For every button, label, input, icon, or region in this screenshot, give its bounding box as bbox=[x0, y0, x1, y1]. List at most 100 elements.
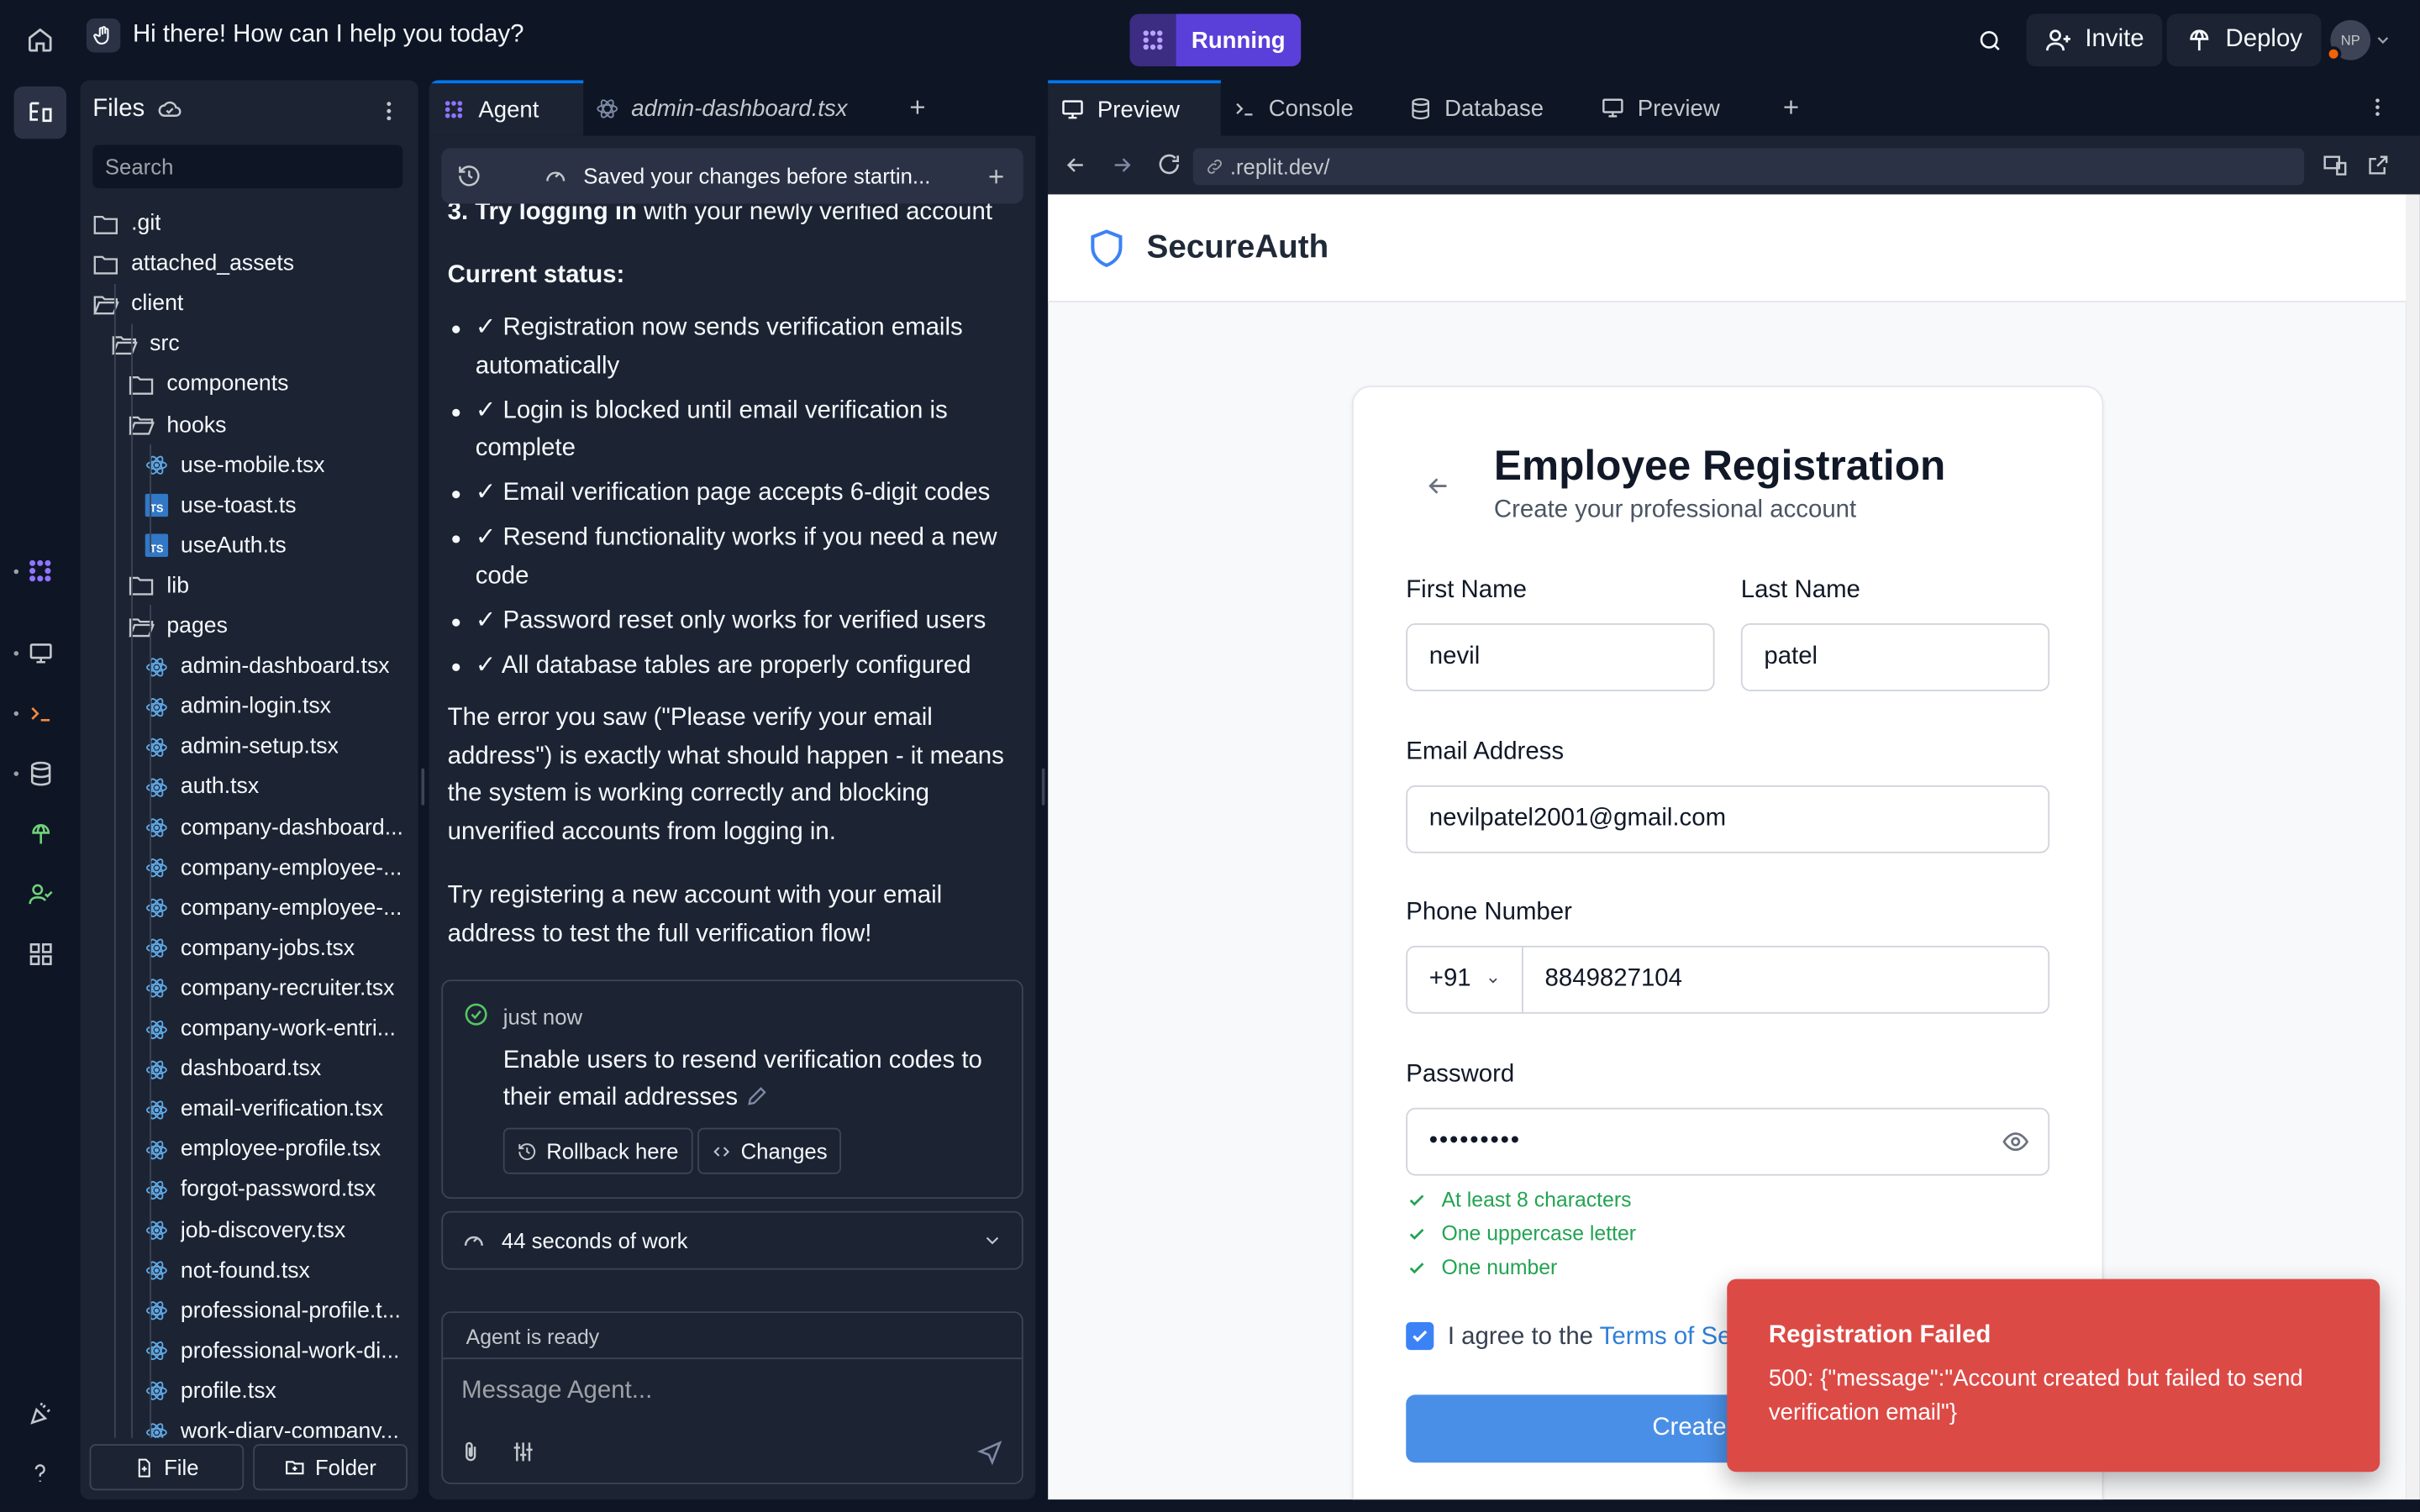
last-name-input[interactable]: patel bbox=[1740, 623, 2050, 691]
react-file-icon bbox=[597, 98, 618, 118]
rail-dot bbox=[13, 711, 19, 717]
project-switcher[interactable]: Hi there! How can I help you today? bbox=[86, 18, 524, 53]
paperclip-icon[interactable] bbox=[458, 1440, 482, 1464]
rollback-button[interactable]: Rollback here bbox=[502, 1127, 692, 1174]
tree-file[interactable]: company-jobs.tsx bbox=[145, 928, 418, 969]
tree-file[interactable]: TS useAuth.ts bbox=[145, 526, 418, 566]
url-field[interactable]: .replit.dev/ bbox=[1192, 148, 2305, 186]
tree-item-label: admin-dashboard.tsx bbox=[180, 654, 390, 680]
invite-button[interactable]: Invite bbox=[2026, 13, 2163, 66]
file-tree-icon[interactable] bbox=[13, 86, 66, 139]
new-folder-button[interactable]: Folder bbox=[253, 1444, 408, 1491]
tree-folder[interactable]: components bbox=[128, 365, 418, 405]
home-icon[interactable] bbox=[15, 15, 65, 65]
tree-file[interactable]: TS use-toast.ts bbox=[145, 486, 418, 526]
user-check-icon[interactable] bbox=[22, 874, 59, 911]
back-arrow-icon[interactable] bbox=[1424, 472, 1452, 500]
back-arrow-icon[interactable] bbox=[1063, 153, 1087, 177]
send-icon[interactable] bbox=[977, 1440, 1003, 1466]
tree-file[interactable]: email-verification.tsx bbox=[145, 1089, 418, 1130]
tree-file[interactable]: forgot-password.tsx bbox=[145, 1170, 418, 1210]
tree-file[interactable]: admin-login.tsx bbox=[145, 687, 418, 727]
reload-icon[interactable] bbox=[1156, 151, 1182, 177]
add-tab-icon[interactable] bbox=[906, 96, 929, 119]
agree-prefix: I agree to the bbox=[1447, 1323, 1600, 1351]
tree-file[interactable]: company-dashboard... bbox=[145, 808, 418, 848]
tree-folder[interactable]: attached_assets bbox=[92, 244, 418, 284]
resize-handle[interactable] bbox=[1041, 768, 1045, 806]
tree-file[interactable]: job-discovery.tsx bbox=[145, 1210, 418, 1251]
console-icon[interactable] bbox=[22, 695, 59, 732]
email-input[interactable]: nevilpatel2001@gmail.com bbox=[1406, 785, 2050, 853]
more-options-icon[interactable] bbox=[376, 99, 401, 123]
tree-file[interactable]: professional-profile.t... bbox=[145, 1291, 418, 1331]
tab-admin-dashboard[interactable]: admin-dashboard.tsx bbox=[583, 81, 889, 136]
database-icon[interactable] bbox=[22, 754, 59, 791]
forward-arrow-icon[interactable] bbox=[1110, 153, 1134, 177]
tree-folder[interactable]: lib bbox=[128, 566, 418, 606]
tree-file[interactable]: admin-dashboard.tsx bbox=[145, 647, 418, 687]
open-external-icon[interactable] bbox=[2366, 153, 2391, 177]
site-brand[interactable]: SecureAuth bbox=[1088, 228, 1328, 269]
run-control[interactable]: Running bbox=[1129, 13, 1302, 66]
tree-item-label: admin-login.tsx bbox=[180, 694, 332, 720]
indent-guide bbox=[150, 444, 151, 553]
devices-icon[interactable] bbox=[2323, 153, 2347, 177]
deploy-button[interactable]: Deploy bbox=[2166, 13, 2322, 66]
tree-file[interactable]: employee-profile.tsx bbox=[145, 1130, 418, 1170]
announcement-icon[interactable] bbox=[22, 1394, 59, 1431]
more-options-icon[interactable] bbox=[2366, 96, 2390, 119]
status-list: ✓ Registration now sends verification em… bbox=[448, 310, 1018, 685]
agent-icon[interactable] bbox=[22, 553, 59, 590]
tree-file[interactable]: not-found.tsx bbox=[145, 1251, 418, 1291]
phone-input[interactable]: 8849827104 bbox=[1521, 945, 2050, 1014]
tree-folder[interactable]: src bbox=[111, 324, 418, 365]
tree-folder[interactable]: pages bbox=[128, 606, 418, 647]
help-icon[interactable] bbox=[22, 1455, 59, 1492]
tree-item-label: .git bbox=[131, 211, 161, 237]
tree-file[interactable]: work-diary-company... bbox=[145, 1412, 418, 1438]
new-file-button[interactable]: File bbox=[89, 1444, 245, 1491]
sliders-icon[interactable] bbox=[511, 1440, 535, 1464]
work-summary[interactable]: 44 seconds of work bbox=[441, 1210, 1023, 1270]
scrollbar[interactable] bbox=[2406, 194, 2420, 1500]
tree-file[interactable]: auth.tsx bbox=[145, 768, 418, 808]
first-name-input[interactable]: nevil bbox=[1406, 623, 1715, 691]
search-icon[interactable] bbox=[1970, 20, 2010, 60]
tab-preview-2[interactable]: Preview bbox=[1588, 81, 1776, 136]
tab-agent[interactable]: Agent bbox=[429, 80, 584, 136]
tree-file[interactable]: company-employee-... bbox=[145, 848, 418, 888]
tree-file[interactable]: use-mobile.tsx bbox=[145, 445, 418, 486]
add-tab-icon[interactable] bbox=[1780, 96, 1803, 119]
message-input[interactable]: Message Agent... bbox=[461, 1378, 1002, 1405]
running-button[interactable]: Running bbox=[1176, 13, 1302, 66]
tree-file[interactable]: company-employee-... bbox=[145, 888, 418, 928]
agent-tabs: Agent admin-dashboard.tsx bbox=[429, 80, 1036, 136]
check-icon bbox=[1409, 1227, 1424, 1239]
country-code-select[interactable]: +91 bbox=[1406, 945, 1523, 1014]
terms-link[interactable]: Terms of Se bbox=[1600, 1324, 1732, 1350]
apps-grid-icon[interactable] bbox=[22, 935, 59, 972]
tree-file[interactable]: company-recruiter.tsx bbox=[145, 969, 418, 1009]
password-input[interactable]: ••••••••• bbox=[1406, 1107, 2050, 1176]
deployments-icon[interactable] bbox=[22, 815, 59, 852]
tab-preview[interactable]: Preview bbox=[1048, 80, 1221, 136]
tree-file[interactable]: dashboard.tsx bbox=[145, 1049, 418, 1089]
tree-file[interactable]: admin-setup.tsx bbox=[145, 727, 418, 768]
tree-file[interactable]: company-work-entri... bbox=[145, 1009, 418, 1049]
chevron-down-icon bbox=[986, 1236, 999, 1245]
eye-icon[interactable] bbox=[2002, 1128, 2029, 1156]
resize-handle[interactable] bbox=[421, 768, 425, 806]
tree-file[interactable]: professional-work-di... bbox=[145, 1331, 418, 1372]
tree-folder[interactable]: hooks bbox=[128, 405, 418, 445]
tab-console[interactable]: Console bbox=[1221, 81, 1394, 136]
tree-folder[interactable]: .git bbox=[92, 203, 418, 244]
agree-checkbox[interactable] bbox=[1406, 1322, 1434, 1351]
monitor-icon[interactable] bbox=[22, 634, 59, 671]
tree-folder[interactable]: client bbox=[92, 284, 418, 324]
tab-database[interactable]: Database bbox=[1397, 81, 1585, 136]
changes-button[interactable]: Changes bbox=[697, 1127, 842, 1174]
chevron-down-icon[interactable] bbox=[2374, 31, 2392, 50]
file-search-input[interactable]: Search bbox=[92, 144, 403, 189]
tree-file[interactable]: profile.tsx bbox=[145, 1372, 418, 1412]
